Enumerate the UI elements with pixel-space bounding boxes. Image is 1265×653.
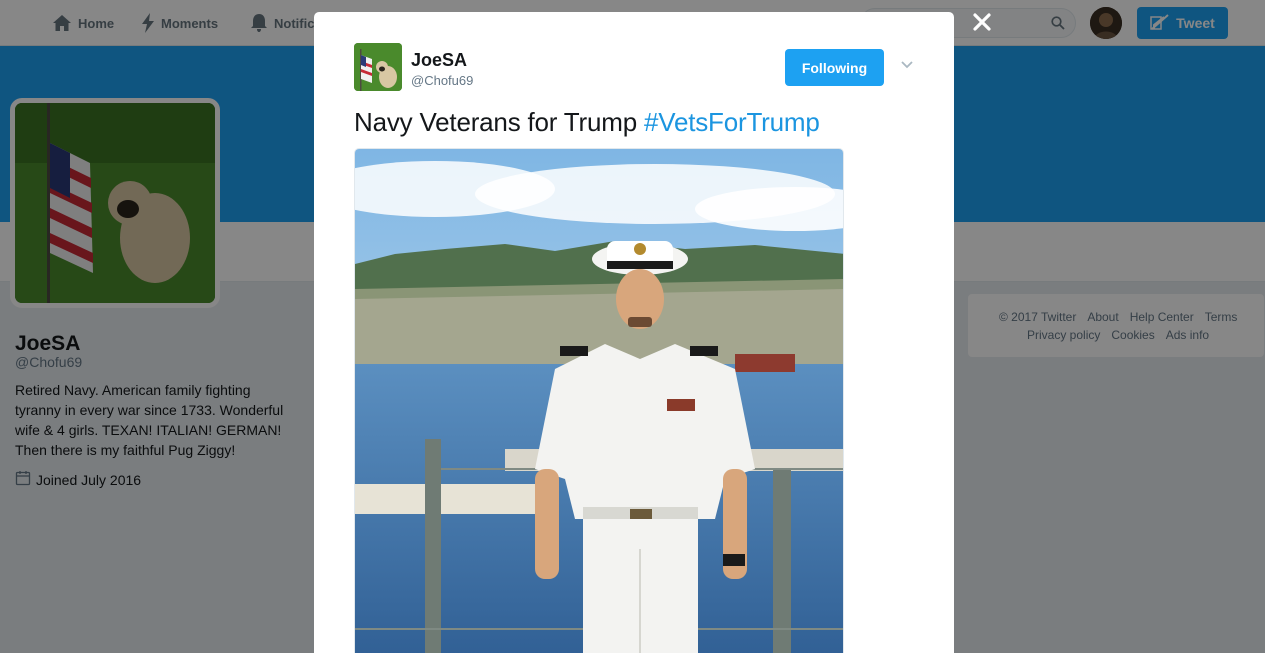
author-handle[interactable]: @Chofu69 bbox=[411, 73, 473, 88]
tweet-modal: JoeSA @Chofu69 Following Navy Veterans f… bbox=[314, 12, 954, 653]
tweet-photo[interactable] bbox=[354, 148, 844, 653]
tweet-text: Navy Veterans for Trump #VetsForTrump bbox=[354, 107, 820, 138]
following-button[interactable]: Following bbox=[785, 49, 884, 86]
close-button[interactable] bbox=[966, 8, 998, 40]
close-icon bbox=[972, 12, 992, 37]
tweet-text-body: Navy Veterans for Trump bbox=[354, 107, 644, 137]
hashtag-link[interactable]: #VetsForTrump bbox=[644, 107, 820, 137]
chevron-down-icon[interactable] bbox=[900, 57, 914, 75]
author-avatar[interactable] bbox=[354, 43, 402, 91]
author-name[interactable]: JoeSA bbox=[411, 50, 467, 71]
